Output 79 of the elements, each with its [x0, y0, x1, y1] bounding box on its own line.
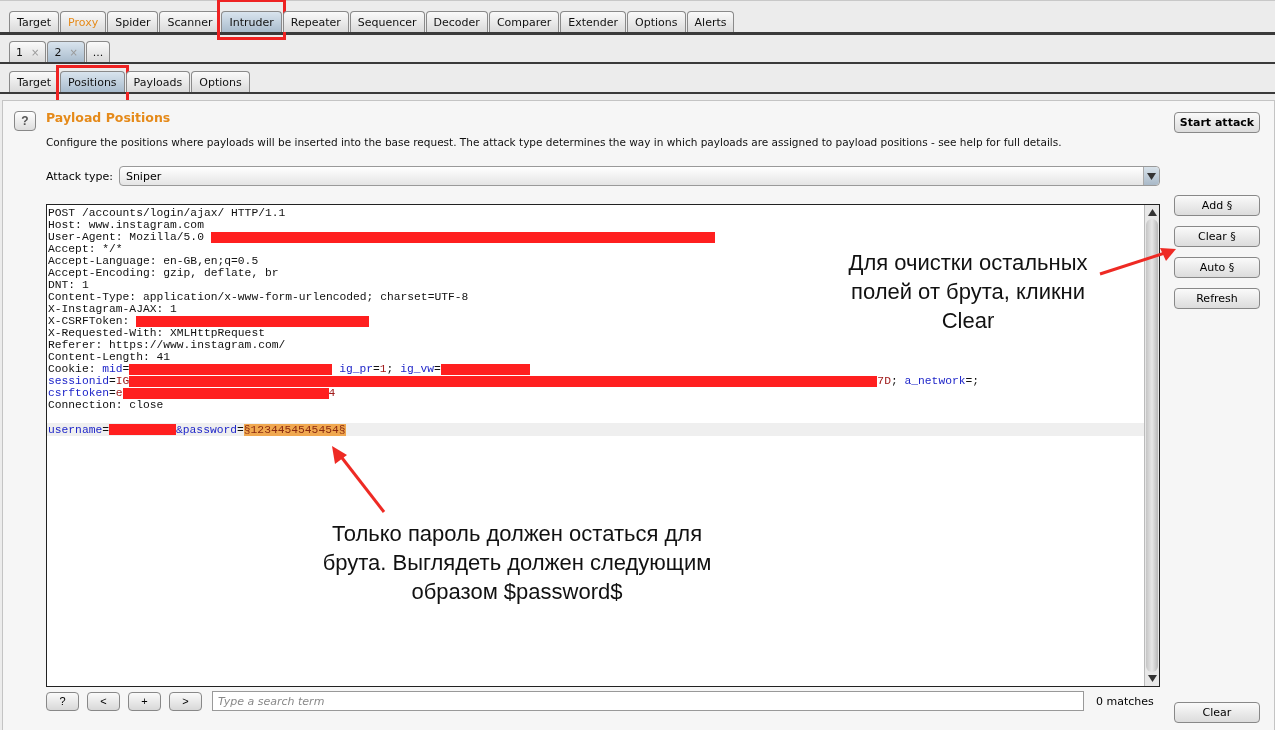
request-text: X-CSRFToken:	[48, 315, 131, 327]
request-text: mid	[102, 363, 123, 375]
attack-tab[interactable]: 2 ×	[47, 41, 85, 62]
sub-tab[interactable]: Options	[191, 71, 250, 92]
request-text: sessionid	[48, 375, 109, 387]
match-count: 0 matches	[1096, 694, 1154, 708]
search-nav-button[interactable]: +	[128, 691, 161, 711]
annotation-text: Для очистки остальных полей от брута, кликни Clear	[847, 249, 1089, 335]
position-button[interactable]: Add §	[1174, 195, 1260, 216]
request-text: 4	[328, 387, 336, 399]
request-text: Accept-Language: en-GB,en;q=0.5	[48, 255, 259, 267]
position-button[interactable]: Clear §	[1174, 226, 1260, 247]
scroll-down-icon[interactable]	[1147, 675, 1157, 682]
module-tab[interactable]: Decoder	[425, 11, 488, 32]
module-tab[interactable]: Intruder	[221, 11, 282, 32]
request-text: username	[48, 423, 103, 436]
request-text: Content-Type: application/x-www-form-urlencoded; charset=UTF-8	[48, 291, 469, 303]
help-button[interactable]: ?	[14, 111, 36, 131]
request-text: =	[102, 423, 109, 436]
request-text: =	[373, 363, 380, 375]
request-text: IG	[115, 375, 130, 387]
request-text: csrftoken	[48, 387, 109, 399]
search-field[interactable]: Type a search term	[212, 691, 1084, 711]
sub-tab[interactable]: Payloads	[125, 71, 191, 92]
module-tab[interactable]: Options	[627, 11, 686, 32]
search-nav-button[interactable]: <	[87, 691, 120, 711]
request-text: =	[122, 363, 130, 375]
request-text: ig_pr	[338, 363, 374, 375]
module-tab[interactable]: Alerts	[686, 11, 735, 32]
request-text: User-Agent: Mozilla/5.0	[48, 231, 205, 243]
redaction-bar	[109, 424, 176, 435]
request-text: Accept-Encoding: gzip, deflate, br	[48, 267, 279, 279]
request-text: 1	[379, 363, 387, 375]
request-text: POST /accounts/login/ajax/ HTTP/1.1	[48, 207, 286, 219]
module-tab[interactable]: Extender	[560, 11, 627, 32]
section-title: Payload Positions	[46, 110, 172, 125]
module-tab[interactable]: Comparer	[488, 11, 560, 32]
request-editor[interactable]	[46, 204, 1160, 687]
request-text: Host: www.instagram.com	[48, 219, 204, 231]
position-button[interactable]: Auto §	[1174, 257, 1260, 278]
position-button[interactable]: Refresh	[1174, 288, 1260, 309]
request-text: &password	[176, 423, 238, 436]
module-tab[interactable]: Sequencer	[349, 11, 425, 32]
module-tab[interactable]: Repeater	[282, 11, 349, 32]
request-text: ;	[386, 363, 395, 375]
request-text: =	[237, 423, 244, 436]
attack-tab[interactable]: 1 ×	[9, 41, 47, 62]
search-nav-button[interactable]: ?	[46, 691, 79, 711]
request-text: DNT: 1	[48, 279, 89, 291]
request-text: 7D	[877, 375, 891, 387]
request-text: a_network	[904, 375, 966, 387]
payload-marker: §1234454545454§	[243, 423, 346, 436]
clear-button[interactable]: Clear	[1174, 702, 1260, 723]
module-tab[interactable]: Target	[9, 11, 60, 32]
request-text: =	[109, 387, 116, 399]
attack-type-dropdown[interactable]: Sniper	[118, 166, 1160, 186]
start-attack-button[interactable]: Start attack	[1174, 112, 1260, 133]
request-text: =	[109, 375, 116, 387]
search-nav-button[interactable]: >	[169, 691, 202, 711]
request-text: Accept: */*	[48, 243, 123, 255]
request-text: Referer: https://www.instagram.com/	[48, 339, 286, 351]
scrollbar[interactable]	[1144, 205, 1159, 686]
request-text: e	[115, 387, 123, 399]
request-text: Cookie:	[48, 363, 97, 375]
request-text: =	[434, 363, 441, 375]
request-text: Connection: close	[48, 399, 164, 411]
request-text: X-Instagram-AJAX: 1	[48, 303, 177, 315]
request-text: =;	[965, 375, 980, 387]
attack-type-label: Attack type:	[46, 169, 113, 183]
request-text: X-Requested-With: XMLHttpRequest	[48, 327, 265, 339]
description: Configure the positions where payloads will be inserted into the base request. The attack type determines the way in which payloads are assigned to payload positions - see help for full details.	[46, 136, 1063, 148]
request-text: ;	[890, 375, 899, 387]
request-text: ig_vw	[400, 363, 435, 375]
scroll-up-icon[interactable]	[1147, 209, 1157, 216]
attack-tab[interactable]: ...	[85, 41, 111, 62]
sub-tab[interactable]: Positions	[60, 71, 125, 92]
annotation-text: Только пароль должен остаться для брута. Выглядеть должен следующим образом $password$	[322, 520, 712, 606]
request-text: Content-Length: 41	[48, 351, 171, 363]
module-tab[interactable]: Spider	[107, 11, 159, 32]
